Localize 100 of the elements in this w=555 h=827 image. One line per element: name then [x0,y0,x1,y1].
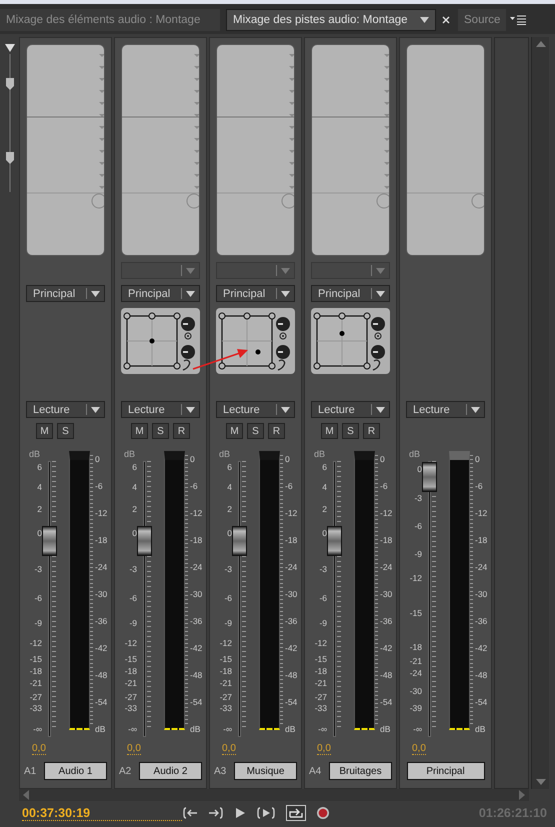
go-to-out-icon[interactable] [208,807,224,819]
fader-handle[interactable] [42,526,57,556]
panel-menu-icon[interactable] [510,15,526,25]
toggle-button[interactable]: R [363,423,380,439]
meter-scale-label: 0 [285,454,291,464]
caret-icon[interactable] [91,290,100,296]
fader-scale-label: -27 [314,692,327,702]
fader-scale-label: -33 [314,703,327,713]
scroll-down-icon[interactable] [536,779,546,785]
fader-scale-label: 4 [132,482,137,492]
fader-scale-label: -6 [224,593,232,603]
toggle-button[interactable]: M [226,423,243,439]
meter-scale-label: -42 [190,643,202,653]
arrow-annotation [192,348,250,370]
toggle-button[interactable]: M [131,423,148,439]
volume-reading[interactable]: 0,0 [32,743,46,755]
toggle-button[interactable]: M [36,423,53,439]
send-dropdown[interactable] [216,262,295,279]
track-name-field[interactable]: Audio 1 [44,762,107,780]
toggle-button[interactable]: S [247,423,264,439]
fader-handle[interactable] [232,526,247,556]
send-dropdown[interactable] [121,262,200,279]
go-to-in-icon[interactable] [182,807,198,819]
volume-reading[interactable]: 0,0 [127,743,141,755]
toggle-button[interactable]: M [321,423,338,439]
automation-dropdown[interactable]: Lecture [26,401,105,418]
fader-scale-label: 0 [132,528,137,538]
meter-scale-label: -30 [95,589,108,599]
volume-reading[interactable]: 0,0 [317,743,331,755]
record-icon[interactable] [316,806,330,820]
volume-reading[interactable]: 0,0 [222,743,236,755]
fader-scale-label: 0 [417,464,422,474]
panel-tab[interactable]: Mixage des pistes audio: Montage [226,9,436,31]
caret-icon[interactable] [186,406,195,412]
toggle-button[interactable]: S [152,423,169,439]
output-dropdown[interactable]: Principal [121,285,200,302]
toggle-button[interactable]: S [57,423,74,439]
caret-icon[interactable] [91,406,100,412]
surround-panner-drawing[interactable] [311,308,390,374]
track-id: A4 [309,766,322,776]
caret-icon[interactable] [281,290,290,296]
fader-scale-label: -∞ [223,724,232,734]
toggle-button[interactable]: S [342,423,359,439]
track-name-field[interactable]: Principal [406,762,484,780]
caret-icon[interactable] [186,290,195,296]
loop-icon[interactable] [286,805,306,821]
effects-rack-slider-drawing[interactable] [3,42,17,192]
fader-scale-label: -6 [34,593,42,603]
fader-scale-label: -∞ [318,724,327,734]
meter-scale-label: -6 [190,481,199,491]
fader-scale-label: -15 [30,654,42,664]
send-dropdown[interactable] [311,262,390,279]
caret-icon[interactable] [376,406,385,412]
scroll-up-icon[interactable] [536,41,546,47]
toggle-button[interactable]: R [268,423,285,439]
panel-tab[interactable]: Source [458,9,506,31]
meter-scale-label: dB [285,724,296,734]
track-name-field[interactable]: Bruitages [329,762,392,780]
caret-icon[interactable] [281,406,290,412]
track-name-field[interactable]: Audio 2 [139,762,202,780]
automation-dropdown[interactable]: Lecture [121,401,200,418]
output-dropdown[interactable]: Principal [311,285,390,302]
caret-icon[interactable] [376,290,385,296]
current-timecode[interactable]: 00:37:30:19 [22,806,182,820]
close-icon[interactable] [442,16,450,24]
output-dropdown[interactable]: Principal [26,285,105,302]
track-name-field[interactable]: Musique [234,762,297,780]
unit-label: dB [123,448,136,461]
meter-scale-label: 0 [475,454,481,464]
automation-dropdown[interactable]: Lecture [406,401,485,418]
meter-scale-label: -30 [190,589,202,599]
meter-scale-label: -36 [380,616,392,626]
surround-panner-drawing[interactable] [216,308,295,374]
fader-handle[interactable] [327,526,342,556]
automation-dropdown[interactable]: Lecture [311,401,390,418]
meter-scale-label: -6 [95,481,104,491]
fader-scale-label: -21 [220,678,232,688]
automation-dropdown[interactable]: Lecture [216,401,295,418]
meter-scale-label: -24 [95,562,108,572]
output-dropdown[interactable]: Principal [216,285,295,302]
surround-panner-drawing[interactable] [121,308,200,374]
fader-scale-label: -18 [220,666,232,676]
meter-scale-label: dB [95,724,106,734]
fader-scale-label: -33 [30,703,42,713]
meter-scale-label: -48 [285,670,298,680]
fader-scale-label: -21 [314,678,327,688]
meter-scale-label: -36 [190,616,202,626]
vertical-scrollbar[interactable] [531,37,549,789]
panel-tab[interactable]: Mixage des éléments audio : Montage [0,9,220,31]
caret-icon[interactable] [471,406,480,412]
toggle-button[interactable]: R [173,423,190,439]
fader-scale-label: 4 [322,482,327,492]
fader-scale-label: -∞ [33,724,42,734]
fader-handle[interactable] [137,526,152,556]
play-in-to-out-icon[interactable] [256,807,276,819]
caret-icon[interactable] [420,17,429,23]
fader-handle[interactable] [422,462,437,492]
volume-reading[interactable]: 0,0 [412,743,426,755]
fader-scale-label: -6 [414,521,422,531]
play-icon[interactable] [234,807,246,819]
